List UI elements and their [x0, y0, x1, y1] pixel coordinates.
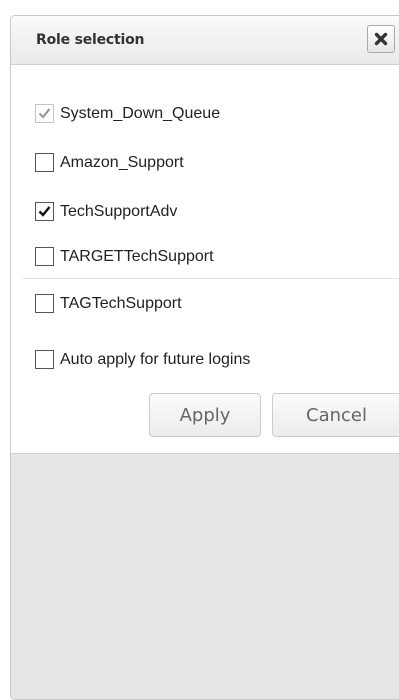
role-option-techsupportadv[interactable]: TechSupportAdv: [35, 202, 177, 221]
role-option-targettechsupport[interactable]: TARGETTechSupport: [35, 247, 214, 266]
close-x-icon: [374, 32, 388, 46]
role-checkbox-amazon-support[interactable]: [35, 153, 54, 172]
role-label: Amazon_Support: [60, 153, 184, 171]
role-option-system-down-queue[interactable]: System_Down_Queue: [35, 104, 220, 123]
dialog-header: Role selection: [11, 16, 399, 65]
role-checkbox-tagtechsupport[interactable]: [35, 294, 54, 313]
role-selection-dialog: Role selection System_Down_Queue Amazon_…: [10, 15, 399, 700]
dialog-body: System_Down_Queue Amazon_Support TechSup…: [11, 65, 399, 454]
role-label: System_Down_Queue: [60, 104, 221, 122]
separator: [23, 278, 399, 279]
auto-apply-option[interactable]: Auto apply for future logins: [35, 350, 250, 369]
role-option-tagtechsupport[interactable]: TAGTechSupport: [35, 294, 182, 313]
apply-button[interactable]: Apply: [149, 393, 261, 437]
dialog-title: Role selection: [36, 32, 145, 48]
checkmark-icon: [38, 108, 51, 119]
role-option-amazon-support[interactable]: Amazon_Support: [35, 153, 184, 172]
role-label: TAGTechSupport: [60, 294, 182, 312]
role-checkbox-targettechsupport[interactable]: [35, 247, 54, 266]
auto-apply-label: Auto apply for future logins: [60, 350, 251, 368]
role-checkbox-system-down-queue[interactable]: [35, 104, 54, 123]
auto-apply-checkbox[interactable]: [35, 350, 54, 369]
cancel-button[interactable]: Cancel: [272, 393, 399, 437]
role-label: TARGETTechSupport: [60, 247, 214, 265]
role-checkbox-techsupportadv[interactable]: [35, 202, 54, 221]
close-button[interactable]: [367, 25, 395, 53]
checkmark-icon: [38, 206, 51, 217]
role-label: TechSupportAdv: [60, 202, 178, 220]
